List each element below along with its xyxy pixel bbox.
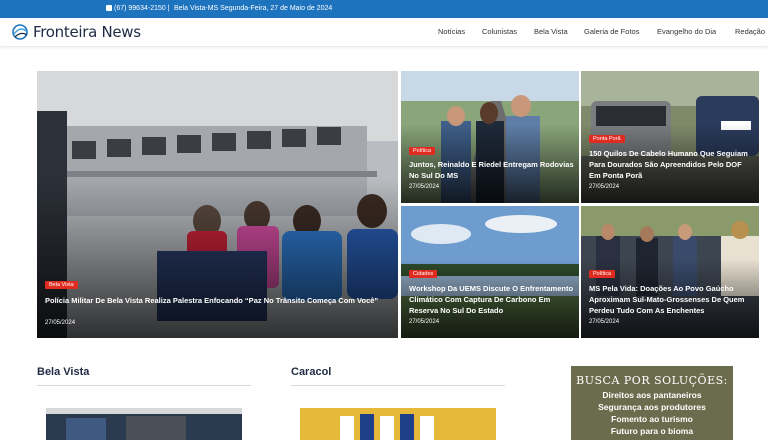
category-badge[interactable]: Cidades	[409, 270, 438, 278]
ad-line: Futuro para o bioma	[610, 426, 694, 436]
site-logo[interactable]: Fronteira News	[10, 22, 141, 42]
article-date: 27/05/2024	[589, 319, 620, 325]
section-title-caracol[interactable]: Caracol	[291, 366, 331, 378]
nav-item-redacao[interactable]: Redação	[735, 27, 765, 36]
article-headline[interactable]: Juntos, Reinaldo E Riedel Entregam Rodov…	[409, 159, 574, 181]
article-date: 27/05/2024	[409, 319, 440, 325]
featured-date: 27/05/2024	[45, 320, 76, 326]
ad-line: Segurança aos produtores	[598, 402, 706, 412]
section-title-bela-vista[interactable]: Bela Vista	[37, 366, 89, 378]
logo-swirl-icon	[12, 24, 28, 40]
thumb-photo	[46, 408, 242, 440]
thumb-photo	[300, 408, 496, 440]
nav-item-bela-vista[interactable]: Bela Vista	[534, 27, 568, 36]
ad-banner[interactable]: BUSCA POR SOLUÇÕES: Direitos aos pantane…	[571, 366, 733, 440]
category-badge[interactable]: Política	[409, 147, 436, 155]
ad-title: BUSCA POR SOLUÇÕES:	[576, 374, 728, 387]
article-date: 27/05/2024	[409, 184, 440, 190]
nav-item-noticias[interactable]: Notícias	[438, 27, 465, 36]
brand-name: Fronteira News	[33, 23, 141, 41]
section-thumb[interactable]	[300, 408, 496, 440]
section-divider	[291, 385, 505, 386]
grid-article[interactable]: Cidades Workshop Da UEMS Discute O Enfre…	[401, 206, 579, 338]
site-header: Fronteira News Notícias Colunistas Bela …	[0, 18, 768, 46]
category-badge[interactable]: Bela Vista	[45, 281, 78, 289]
section-divider	[37, 385, 251, 386]
featured-overlay	[37, 177, 398, 338]
featured-headline[interactable]: Polícia Militar De Bela Vista Realiza Pa…	[45, 295, 390, 306]
nav-item-colunistas[interactable]: Colunistas	[482, 27, 517, 36]
category-badge[interactable]: Política	[589, 270, 616, 278]
nav-item-galeria[interactable]: Galeria de Fotos	[584, 27, 639, 36]
nav-item-evangelho[interactable]: Evangelho do Dia	[657, 27, 716, 36]
ad-line: Direitos aos pantaneiros	[602, 390, 702, 400]
phone-icon	[106, 5, 112, 12]
top-bar: (67) 99634-2150 | Bela Vista-MS Segunda-…	[0, 0, 768, 18]
phone-number: (67) 99634-2150 |	[114, 5, 170, 12]
grid-article[interactable]: Política Juntos, Reinaldo E Riedel Entre…	[401, 71, 579, 203]
article-date: 27/05/2024	[589, 184, 620, 190]
grid-article[interactable]: Ponta Porã 150 Quilos De Cabelo Humano Q…	[581, 71, 759, 203]
featured-article[interactable]: Bela Vista Polícia Militar De Bela Vista…	[37, 71, 398, 338]
article-headline[interactable]: MS Pela Vida: Doações Ao Povo Gaúcho Apr…	[589, 283, 754, 316]
phone-contact[interactable]: (67) 99634-2150 |	[106, 0, 170, 18]
category-badge[interactable]: Ponta Porã	[589, 135, 625, 143]
location-date: Bela Vista-MS Segunda-Feira, 27 de Maio …	[174, 5, 333, 12]
section-thumb[interactable]	[46, 408, 242, 440]
article-headline[interactable]: Workshop Da UEMS Discute O Enfrentamento…	[409, 283, 577, 316]
article-headline[interactable]: 150 Quilos De Cabelo Humano Que Seguiam …	[589, 148, 754, 181]
grid-article[interactable]: Política MS Pela Vida: Doações Ao Povo G…	[581, 206, 759, 338]
ad-line: Fomento ao turismo	[611, 414, 693, 424]
